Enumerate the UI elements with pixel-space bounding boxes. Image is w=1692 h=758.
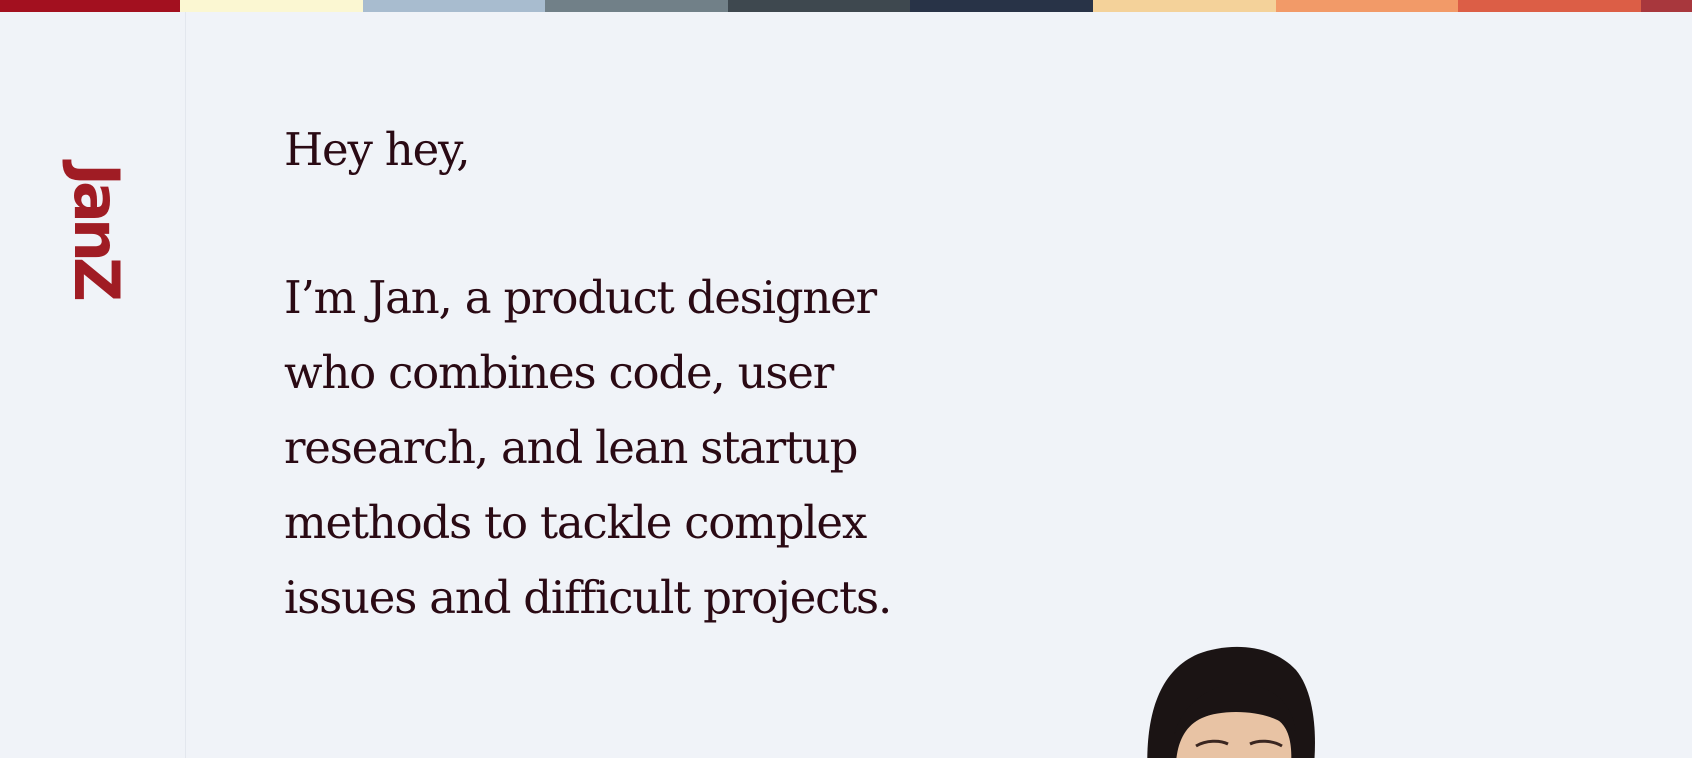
color-palette-strip: [0, 0, 1692, 12]
intro-paragraph: I’m Jan, a product designer who combines…: [284, 271, 892, 624]
palette-swatch: [1641, 0, 1692, 12]
palette-swatch: [1276, 0, 1458, 12]
palette-swatch: [1093, 0, 1276, 12]
palette-swatch: [180, 0, 363, 12]
site-logo[interactable]: JanZ: [60, 163, 133, 297]
greeting-heading: Hey hey,: [284, 123, 471, 176]
palette-swatch: [910, 0, 1093, 12]
hero-section: Hey hey, I’m Jan, a product designer who…: [284, 112, 1004, 635]
palette-swatch: [0, 0, 180, 12]
page: JanZ Hey hey, I’m Jan, a product designe…: [0, 0, 1692, 758]
palette-swatch: [1458, 0, 1641, 12]
palette-swatch: [363, 0, 545, 12]
sidebar: JanZ: [0, 12, 186, 758]
person-photo-icon: [1147, 646, 1315, 758]
palette-swatch: [728, 0, 910, 12]
palette-swatch: [545, 0, 728, 12]
